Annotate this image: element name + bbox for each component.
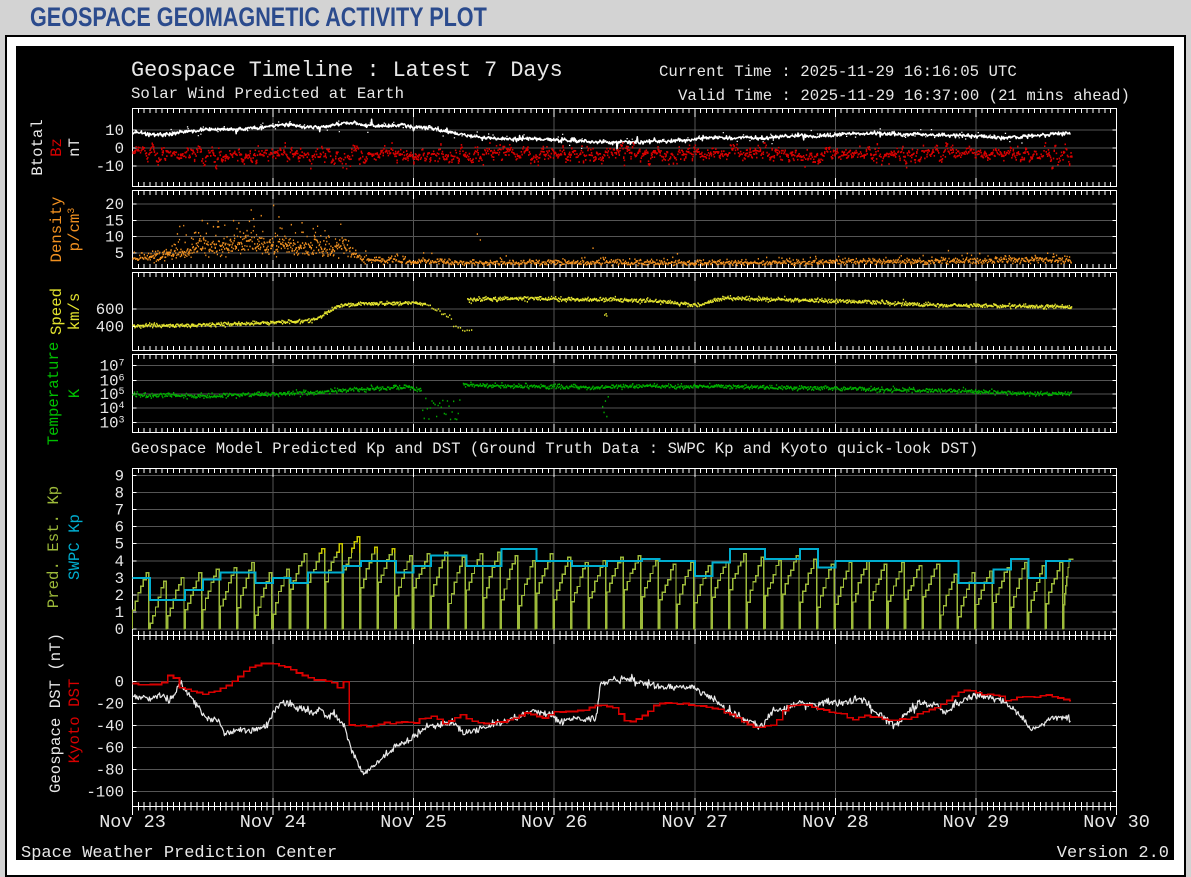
svg-text:Kyoto DST: Kyoto DST — [66, 679, 84, 764]
svg-text:K: K — [66, 388, 84, 398]
svg-text:1: 1 — [115, 604, 124, 622]
svg-text:10: 10 — [105, 122, 124, 140]
svg-text:Pred. Est. Kp: Pred. Est. Kp — [45, 486, 63, 608]
svg-text:Nov 30: Nov 30 — [1083, 812, 1150, 833]
svg-text:-60: -60 — [96, 740, 124, 758]
svg-text:Current Time : 2025-11-29 16:1: Current Time : 2025-11-29 16:16:05 UTC — [659, 63, 1017, 81]
svg-text:Temperature: Temperature — [45, 342, 63, 446]
svg-text:0: 0 — [115, 621, 124, 639]
svg-text:Bz: Bz — [48, 138, 66, 157]
svg-text:5: 5 — [115, 536, 124, 554]
svg-text:Version 2.0: Version 2.0 — [1057, 844, 1169, 860]
svg-text:600: 600 — [96, 301, 124, 319]
svg-text:4: 4 — [115, 553, 124, 571]
svg-text:Solar Wind Predicted at Earth: Solar Wind Predicted at Earth — [131, 85, 404, 103]
svg-text:7: 7 — [115, 502, 124, 520]
svg-text:Nov 29: Nov 29 — [943, 812, 1010, 833]
svg-text:5: 5 — [115, 245, 124, 263]
svg-text:Nov 25: Nov 25 — [380, 812, 447, 833]
svg-text:15: 15 — [105, 212, 124, 230]
svg-text:-100: -100 — [86, 784, 124, 802]
svg-text:9: 9 — [115, 468, 124, 486]
svg-text:0: 0 — [115, 674, 124, 692]
svg-text:-10: -10 — [96, 158, 124, 176]
svg-text:p/cm3: p/cm3 — [66, 208, 84, 252]
svg-text:Speed: Speed — [48, 288, 66, 335]
svg-text:Geospace DST (nT): Geospace DST (nT) — [47, 633, 65, 793]
svg-text:Nov 28: Nov 28 — [802, 812, 869, 833]
svg-text:SWPC Kp: SWPC Kp — [66, 514, 84, 580]
svg-text:Nov 26: Nov 26 — [521, 812, 588, 833]
svg-text:Nov 27: Nov 27 — [661, 812, 728, 833]
svg-text:Nov 23: Nov 23 — [99, 812, 166, 833]
svg-text:0: 0 — [115, 140, 124, 158]
svg-text:8: 8 — [115, 485, 124, 503]
svg-text:Density: Density — [48, 197, 66, 263]
svg-text:6: 6 — [115, 519, 124, 537]
svg-text:Geospace Timeline : Latest 7 D: Geospace Timeline : Latest 7 Days — [131, 58, 563, 83]
svg-text:Space Weather Prediction Cente: Space Weather Prediction Center — [21, 844, 337, 860]
svg-text:nT: nT — [66, 138, 84, 157]
svg-text:-80: -80 — [96, 762, 124, 780]
svg-text:Geospace Model Predicted Kp an: Geospace Model Predicted Kp and DST (Gro… — [131, 440, 978, 458]
svg-text:-40: -40 — [96, 718, 124, 736]
svg-text:km/s: km/s — [66, 293, 84, 331]
svg-text:400: 400 — [96, 319, 124, 337]
svg-text:-20: -20 — [96, 696, 124, 714]
svg-text:20: 20 — [105, 196, 124, 214]
svg-text:3: 3 — [115, 570, 124, 588]
svg-text:10: 10 — [105, 229, 124, 247]
svg-text:2: 2 — [115, 587, 124, 605]
svg-text:Btotal: Btotal — [29, 119, 47, 175]
svg-text:Nov 24: Nov 24 — [240, 812, 307, 833]
svg-text:Valid Time : 2025-11-29 16:37:: Valid Time : 2025-11-29 16:37:00 (21 min… — [678, 87, 1130, 105]
